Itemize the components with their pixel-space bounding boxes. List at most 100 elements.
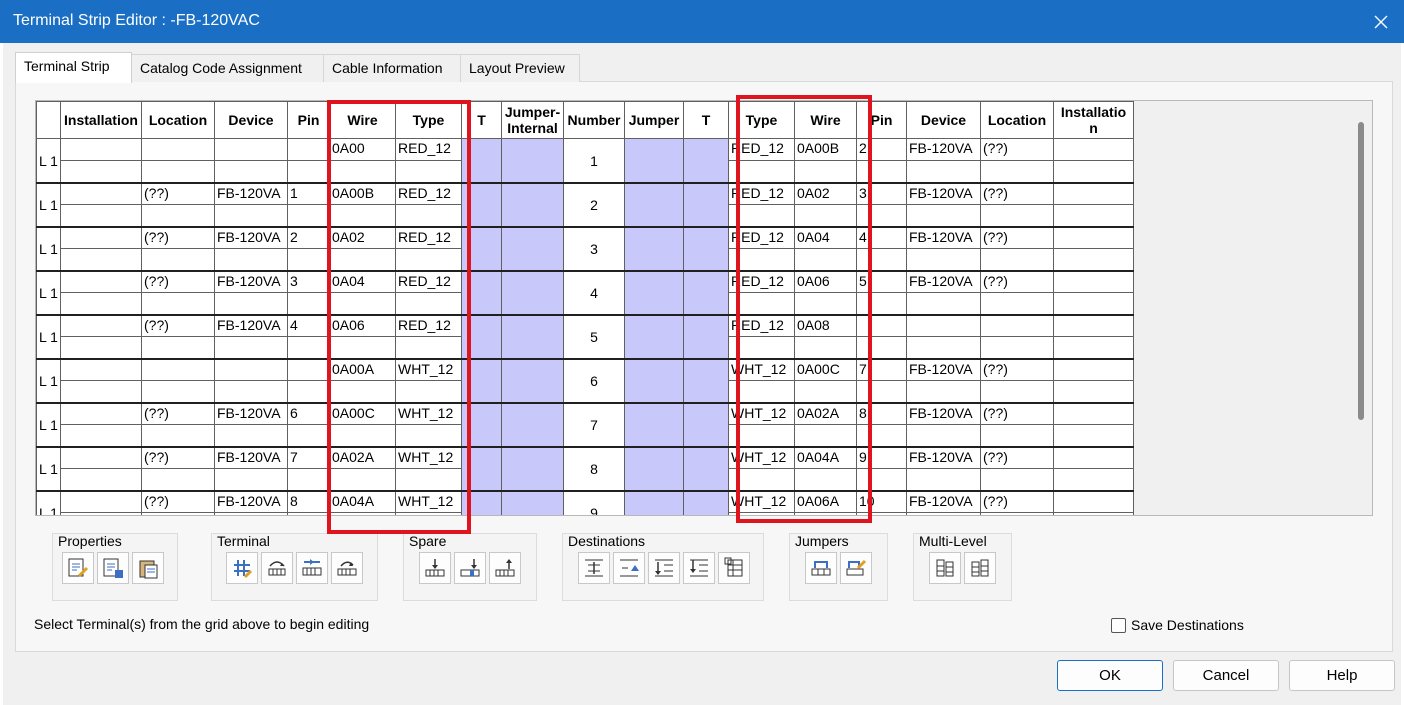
cell-empty[interactable] — [1053, 468, 1134, 492]
cell-empty[interactable] — [856, 424, 907, 448]
cell-empty[interactable] — [329, 512, 396, 515]
cell-l_type[interactable]: WHT_12 — [395, 446, 462, 469]
cell-empty[interactable] — [329, 336, 396, 360]
cell-number[interactable]: 2 — [563, 182, 625, 228]
cell-empty[interactable] — [1053, 160, 1134, 184]
cell-l_type[interactable]: WHT_12 — [395, 358, 462, 381]
terminal-insert-button[interactable] — [296, 552, 328, 584]
properties-paste-button[interactable] — [132, 552, 164, 584]
destination-swap-button[interactable] — [578, 552, 610, 584]
cell-r_dev[interactable]: FB-120VA — [906, 226, 981, 249]
cell-l_wire[interactable]: 0A06 — [329, 314, 396, 337]
cell-number[interactable]: 4 — [563, 270, 625, 316]
cell-l_type[interactable]: WHT_12 — [395, 402, 462, 425]
cell-empty[interactable] — [794, 380, 857, 404]
cell-empty[interactable] — [856, 160, 907, 184]
cell-empty[interactable] — [141, 204, 215, 228]
cell-empty[interactable] — [980, 512, 1054, 515]
cell-empty[interactable] — [728, 468, 795, 492]
table-row[interactable]: L 1 (??) FB-120VA 2 0A02 RED_12 3 RED_12 0A04 4 FB… — [36, 226, 1134, 272]
cell-empty[interactable] — [794, 468, 857, 492]
multi-level-right-button[interactable] — [964, 552, 996, 584]
cell-r_inst[interactable] — [1053, 226, 1134, 249]
cell-r_wire[interactable]: 0A00B — [794, 138, 857, 161]
cell-l_pin[interactable]: 8 — [287, 490, 330, 513]
cell-r_loc[interactable]: (??) — [980, 138, 1054, 161]
cell-r_pin[interactable]: 3 — [856, 182, 907, 205]
cell-l_wire[interactable]: 0A00C — [329, 402, 396, 425]
cell-r_loc[interactable]: (??) — [980, 490, 1054, 513]
cell-l_wire[interactable]: 0A00 — [329, 138, 396, 161]
cell-l_inst[interactable] — [60, 314, 142, 337]
properties-edit-button[interactable] — [62, 552, 94, 584]
cell-l_dev[interactable] — [214, 138, 288, 161]
row-header[interactable]: L 1 — [36, 314, 61, 360]
column-header-row-header[interactable] — [36, 101, 61, 139]
cell-l_loc[interactable]: (??) — [141, 490, 215, 513]
cell-jumper-internal[interactable] — [501, 446, 564, 492]
cell-l_type[interactable]: RED_12 — [395, 314, 462, 337]
column-header-wire-left[interactable]: Wire — [329, 101, 396, 139]
cell-r_loc[interactable]: (??) — [980, 402, 1054, 425]
cell-t-left[interactable] — [461, 138, 502, 184]
cell-l_dev[interactable]: FB-120VA — [214, 490, 288, 513]
cell-jumper-internal[interactable] — [501, 226, 564, 272]
spare-add-button[interactable] — [419, 552, 451, 584]
cell-r_type[interactable]: RED_12 — [728, 270, 795, 293]
cell-empty[interactable] — [329, 424, 396, 448]
cell-l_type[interactable]: WHT_12 — [395, 490, 462, 513]
cell-l_dev[interactable]: FB-120VA — [214, 226, 288, 249]
cell-empty[interactable] — [906, 160, 981, 184]
destination-left-button[interactable] — [648, 552, 680, 584]
column-header-device-right[interactable]: Device — [906, 101, 981, 139]
cell-t-right[interactable] — [683, 358, 729, 404]
cell-empty[interactable] — [728, 380, 795, 404]
cell-r_wire[interactable]: 0A02 — [794, 182, 857, 205]
cell-t-left[interactable] — [461, 270, 502, 316]
cell-empty[interactable] — [856, 336, 907, 360]
cell-r_type[interactable]: RED_12 — [728, 314, 795, 337]
cell-empty[interactable] — [794, 512, 857, 515]
cell-t-left[interactable] — [461, 402, 502, 448]
cell-l_pin[interactable]: 2 — [287, 226, 330, 249]
cell-jumper-internal[interactable] — [501, 490, 564, 515]
cell-l_inst[interactable] — [60, 402, 142, 425]
cell-r_pin[interactable]: 2 — [856, 138, 907, 161]
cell-empty[interactable] — [329, 204, 396, 228]
cell-number[interactable]: 8 — [563, 446, 625, 492]
cell-r_dev[interactable] — [906, 314, 981, 337]
cell-l_inst[interactable] — [60, 226, 142, 249]
spare-down-button[interactable] — [454, 552, 486, 584]
cell-l_dev[interactable]: FB-120VA — [214, 446, 288, 469]
cell-jumper[interactable] — [624, 182, 684, 228]
properties-list-button[interactable] — [97, 552, 129, 584]
cell-number[interactable]: 9 — [563, 490, 625, 515]
cell-r_inst[interactable] — [1053, 270, 1134, 293]
column-header-t-right[interactable]: T — [683, 101, 729, 139]
cell-l_dev[interactable]: FB-120VA — [214, 314, 288, 337]
cell-empty[interactable] — [395, 512, 462, 515]
cell-jumper[interactable] — [624, 314, 684, 360]
cell-r_dev[interactable]: FB-120VA — [906, 358, 981, 381]
cell-l_dev[interactable]: FB-120VA — [214, 270, 288, 293]
cell-empty[interactable] — [1053, 380, 1134, 404]
cell-empty[interactable] — [728, 292, 795, 316]
column-header-type-right[interactable]: Type — [728, 101, 795, 139]
destination-right-button[interactable] — [683, 552, 715, 584]
save-destinations-box[interactable] — [1111, 617, 1126, 633]
save-destinations-checkbox[interactable]: Save Destinations — [1111, 617, 1244, 633]
jumper-button[interactable] — [805, 552, 837, 584]
cell-empty[interactable] — [856, 248, 907, 272]
cell-empty[interactable] — [395, 248, 462, 272]
terminal-grid[interactable]: Installation Location Device Pin Wire Type T Ju… — [35, 100, 1373, 516]
cell-empty[interactable] — [980, 204, 1054, 228]
cell-empty[interactable] — [287, 292, 330, 316]
cell-empty[interactable] — [60, 248, 142, 272]
table-row[interactable]: L 1 (??) FB-120VA 3 0A04 RED_12 4 RED_12 0A06 5 FB… — [36, 270, 1134, 316]
cell-empty[interactable] — [794, 160, 857, 184]
column-header-wire-right[interactable]: Wire — [794, 101, 857, 139]
cell-empty[interactable] — [794, 204, 857, 228]
cell-empty[interactable] — [1053, 248, 1134, 272]
cell-t-right[interactable] — [683, 490, 729, 515]
cell-l_loc[interactable]: (??) — [141, 226, 215, 249]
